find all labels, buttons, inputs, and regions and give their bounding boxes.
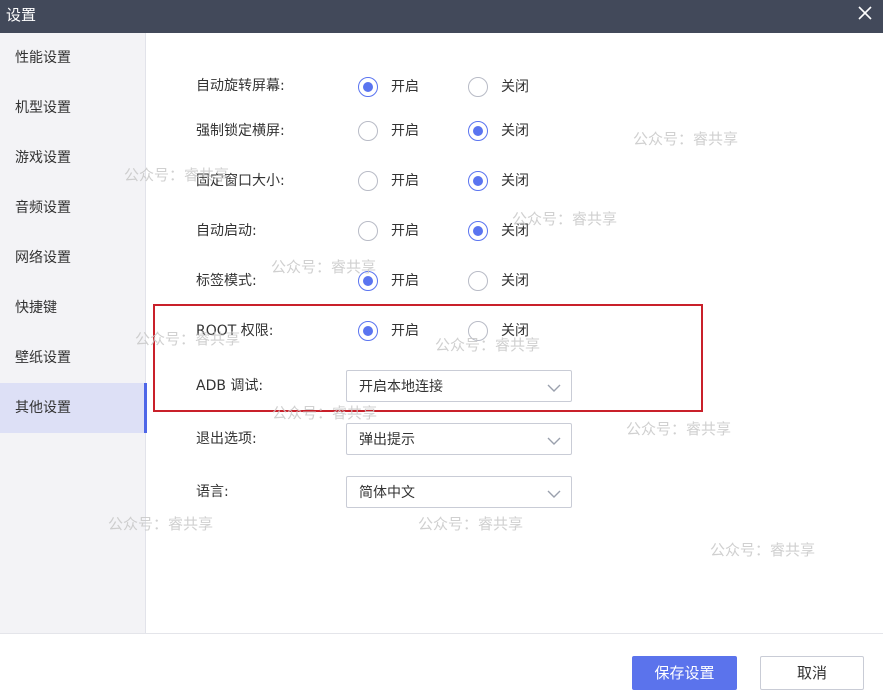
sidebar-item-label: 其他设置 <box>15 400 71 416</box>
root-permission-label: ROOT 权限: <box>196 323 274 339</box>
fixed-window-size-label: 固定窗口大小: <box>196 173 285 189</box>
exit-option-value: 弹出提示 <box>359 432 415 448</box>
cancel-button[interactable]: 取消 <box>760 656 864 690</box>
auto-start-on-radio[interactable]: 开启 <box>358 221 419 241</box>
fixed-window-size-off-radio[interactable]: 关闭 <box>468 171 529 191</box>
language-select[interactable]: 简体中文 <box>346 476 572 508</box>
auto-rotate-on-radio[interactable]: 开启 <box>358 77 419 97</box>
fixed-window-size-on-radio[interactable]: 开启 <box>358 171 419 191</box>
sidebar-item-label: 网络设置 <box>15 250 71 266</box>
sidebar-item-label: 快捷键 <box>15 300 57 316</box>
radio-checked-icon <box>358 271 378 291</box>
force-landscape-label: 强制锁定横屏: <box>196 123 285 139</box>
radio-unchecked-icon <box>468 271 488 291</box>
force-landscape-on-radio[interactable]: 开启 <box>358 121 419 141</box>
exit-option-label: 退出选项: <box>196 431 257 447</box>
radio-option-label: 开启 <box>391 123 419 139</box>
adb-debug-value: 开启本地连接 <box>359 379 443 395</box>
chevron-down-icon <box>547 380 561 394</box>
close-icon[interactable] <box>857 5 873 21</box>
root-permission-on-radio[interactable]: 开启 <box>358 321 419 341</box>
radio-option-label: 开启 <box>391 323 419 339</box>
sidebar-item-label: 音频设置 <box>15 200 71 216</box>
auto-start-off-radio[interactable]: 关闭 <box>468 221 529 241</box>
language-value: 简体中文 <box>359 485 415 501</box>
radio-checked-icon <box>468 221 488 241</box>
radio-checked-icon <box>468 171 488 191</box>
chevron-down-icon <box>547 486 561 500</box>
radio-unchecked-icon <box>358 121 378 141</box>
save-settings-button[interactable]: 保存设置 <box>632 656 737 690</box>
dialog-footer: 保存设置 取消 <box>0 633 883 700</box>
radio-option-label: 开启 <box>391 79 419 95</box>
sidebar-item-label: 游戏设置 <box>15 150 71 166</box>
auto-rotate-off-radio[interactable]: 关闭 <box>468 77 529 97</box>
settings-panel: 自动旋转屏幕: 开启 关闭 强制锁定横屏: 开启 关闭 固定窗口大小: 开启 关… <box>146 33 883 633</box>
radio-unchecked-icon <box>358 171 378 191</box>
radio-option-label: 开启 <box>391 273 419 289</box>
sidebar-item-performance[interactable]: 性能设置 <box>0 33 146 83</box>
radio-checked-icon <box>358 321 378 341</box>
chevron-down-icon <box>547 433 561 447</box>
sidebar-item-label: 壁纸设置 <box>15 350 71 366</box>
radio-unchecked-icon <box>468 77 488 97</box>
radio-option-label: 关闭 <box>501 223 529 239</box>
radio-unchecked-icon <box>468 321 488 341</box>
sidebar-item-other[interactable]: 其他设置 <box>0 383 147 433</box>
radio-option-label: 关闭 <box>501 173 529 189</box>
radio-checked-icon <box>468 121 488 141</box>
exit-option-select[interactable]: 弹出提示 <box>346 423 572 455</box>
auto-start-label: 自动启动: <box>196 223 257 239</box>
tab-mode-label: 标签模式: <box>196 273 257 289</box>
title-bar: 设置 <box>0 0 883 33</box>
sidebar-item-model[interactable]: 机型设置 <box>0 83 146 133</box>
tab-mode-off-radio[interactable]: 关闭 <box>468 271 529 291</box>
sidebar-item-label: 性能设置 <box>15 50 71 66</box>
adb-debug-select[interactable]: 开启本地连接 <box>346 370 572 402</box>
sidebar-item-shortcuts[interactable]: 快捷键 <box>0 283 146 333</box>
radio-option-label: 关闭 <box>501 79 529 95</box>
sidebar-item-network[interactable]: 网络设置 <box>0 233 146 283</box>
radio-option-label: 开启 <box>391 223 419 239</box>
radio-unchecked-icon <box>358 221 378 241</box>
force-landscape-off-radio[interactable]: 关闭 <box>468 121 529 141</box>
sidebar-item-label: 机型设置 <box>15 100 71 116</box>
sidebar-item-game[interactable]: 游戏设置 <box>0 133 146 183</box>
radio-option-label: 关闭 <box>501 323 529 339</box>
adb-debug-label: ADB 调试: <box>196 378 264 394</box>
radio-checked-icon <box>358 77 378 97</box>
radio-option-label: 关闭 <box>501 273 529 289</box>
sidebar: 性能设置 机型设置 游戏设置 音频设置 网络设置 快捷键 壁纸设置 其他设置 <box>0 33 147 633</box>
tab-mode-on-radio[interactable]: 开启 <box>358 271 419 291</box>
settings-window: 设置 性能设置 机型设置 游戏设置 音频设置 网络设置 快捷键 壁纸设置 其他设… <box>0 0 883 700</box>
root-permission-off-radio[interactable]: 关闭 <box>468 321 529 341</box>
language-label: 语言: <box>196 484 229 500</box>
auto-rotate-label: 自动旋转屏幕: <box>196 78 285 94</box>
window-title: 设置 <box>6 6 37 24</box>
radio-option-label: 关闭 <box>501 123 529 139</box>
sidebar-item-audio[interactable]: 音频设置 <box>0 183 146 233</box>
radio-option-label: 开启 <box>391 173 419 189</box>
sidebar-item-wallpaper[interactable]: 壁纸设置 <box>0 333 146 383</box>
